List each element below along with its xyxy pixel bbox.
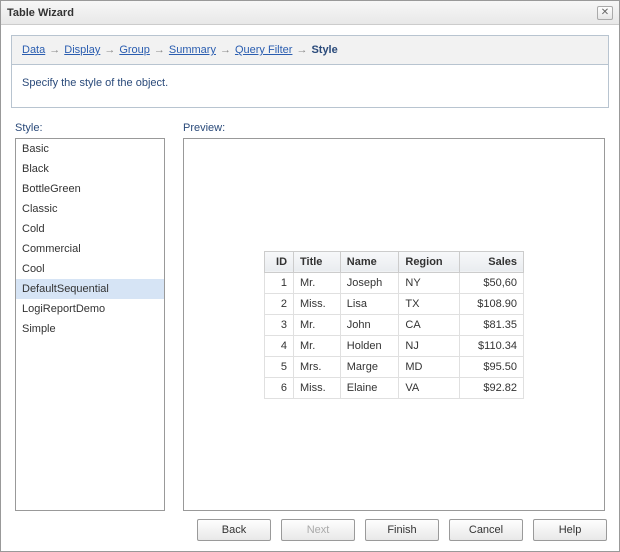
- table-header: Name: [340, 251, 399, 272]
- table-cell: Mr.: [294, 314, 341, 335]
- table-cell: VA: [399, 377, 460, 398]
- table-cell: TX: [399, 293, 460, 314]
- breadcrumb-link[interactable]: Display: [64, 44, 100, 56]
- table-row: 3Mr.JohnCA$81.35: [265, 314, 524, 335]
- table-cell: 6: [265, 377, 294, 398]
- wizard-body: Data → Display → Group → Summary → Query Filter →…: [1, 25, 619, 551]
- table-row: 6Miss.ElaineVA$92.82: [265, 377, 524, 398]
- table-cell: $50,60: [460, 272, 524, 293]
- breadcrumb-link[interactable]: Data: [22, 44, 45, 56]
- breadcrumb-link[interactable]: Group: [119, 44, 150, 56]
- cancel-button[interactable]: Cancel: [449, 519, 523, 541]
- table-cell: $92.82: [460, 377, 524, 398]
- style-item[interactable]: LogiReportDemo: [16, 299, 164, 319]
- next-button[interactable]: Next: [281, 519, 355, 541]
- style-item[interactable]: BottleGreen: [16, 179, 164, 199]
- table-row: 2Miss.LisaTX$108.90: [265, 293, 524, 314]
- table-cell: Mr.: [294, 272, 341, 293]
- style-item[interactable]: Classic: [16, 199, 164, 219]
- arrow-icon: →: [104, 44, 115, 56]
- table-row: 4Mr.HoldenNJ$110.34: [265, 335, 524, 356]
- table-cell: $110.34: [460, 335, 524, 356]
- table-cell: MD: [399, 356, 460, 377]
- preview-label: Preview:: [183, 122, 605, 134]
- table-cell: Marge: [340, 356, 399, 377]
- table-cell: Miss.: [294, 377, 341, 398]
- table-cell: NY: [399, 272, 460, 293]
- table-cell: $108.90: [460, 293, 524, 314]
- style-item[interactable]: DefaultSequential: [16, 279, 164, 299]
- breadcrumb-link[interactable]: Query Filter: [235, 44, 292, 56]
- table-header: Sales: [460, 251, 524, 272]
- style-item[interactable]: Simple: [16, 319, 164, 339]
- button-row: Back Next Finish Cancel Help: [11, 515, 609, 543]
- table-row: 1Mr.JosephNY$50,60: [265, 272, 524, 293]
- style-item[interactable]: Cold: [16, 219, 164, 239]
- table-cell: Mr.: [294, 335, 341, 356]
- preview-table: IDTitleNameRegionSales1Mr.JosephNY$50,60…: [264, 251, 524, 399]
- arrow-icon: →: [154, 44, 165, 56]
- table-cell: Joseph: [340, 272, 399, 293]
- table-row: 5Mrs.MargeMD$95.50: [265, 356, 524, 377]
- preview-box: IDTitleNameRegionSales1Mr.JosephNY$50,60…: [183, 138, 605, 511]
- arrow-icon: →: [296, 44, 307, 56]
- breadcrumb: Data → Display → Group → Summary → Query Filter →…: [11, 35, 609, 65]
- back-button[interactable]: Back: [197, 519, 271, 541]
- arrow-icon: →: [49, 44, 60, 56]
- table-cell: $81.35: [460, 314, 524, 335]
- table-cell: Miss.: [294, 293, 341, 314]
- content-area: Style: BasicBlackBottleGreenClassicColdC…: [11, 108, 609, 515]
- help-button[interactable]: Help: [533, 519, 607, 541]
- table-cell: Holden: [340, 335, 399, 356]
- wizard-window: Table Wizard ✕ Data → Display → Group → Summar…: [0, 0, 620, 552]
- table-cell: 4: [265, 335, 294, 356]
- arrow-icon: →: [220, 44, 231, 56]
- description-text: Specify the style of the object.: [22, 77, 168, 89]
- table-header: ID: [265, 251, 294, 272]
- style-item[interactable]: Commercial: [16, 239, 164, 259]
- close-button[interactable]: ✕: [597, 6, 613, 20]
- table-cell: 1: [265, 272, 294, 293]
- table-cell: Mrs.: [294, 356, 341, 377]
- style-item[interactable]: Basic: [16, 139, 164, 159]
- breadcrumb-link[interactable]: Summary: [169, 44, 216, 56]
- table-cell: 3: [265, 314, 294, 335]
- style-list[interactable]: BasicBlackBottleGreenClassicColdCommerci…: [15, 138, 165, 511]
- description: Specify the style of the object.: [11, 65, 609, 108]
- style-label: Style:: [15, 122, 165, 134]
- table-cell: 5: [265, 356, 294, 377]
- table-cell: John: [340, 314, 399, 335]
- close-icon: ✕: [601, 7, 609, 18]
- table-header: Region: [399, 251, 460, 272]
- window-title: Table Wizard: [7, 7, 597, 19]
- finish-button[interactable]: Finish: [365, 519, 439, 541]
- table-header: Title: [294, 251, 341, 272]
- table-cell: CA: [399, 314, 460, 335]
- table-cell: 2: [265, 293, 294, 314]
- titlebar: Table Wizard ✕: [1, 1, 619, 25]
- breadcrumb-current: Style: [311, 44, 337, 56]
- table-cell: NJ: [399, 335, 460, 356]
- table-cell: Lisa: [340, 293, 399, 314]
- preview-panel: Preview: IDTitleNameRegionSales1Mr.Josep…: [183, 122, 605, 511]
- style-item[interactable]: Black: [16, 159, 164, 179]
- style-item[interactable]: Cool: [16, 259, 164, 279]
- table-cell: $95.50: [460, 356, 524, 377]
- table-cell: Elaine: [340, 377, 399, 398]
- style-panel: Style: BasicBlackBottleGreenClassicColdC…: [15, 122, 165, 511]
